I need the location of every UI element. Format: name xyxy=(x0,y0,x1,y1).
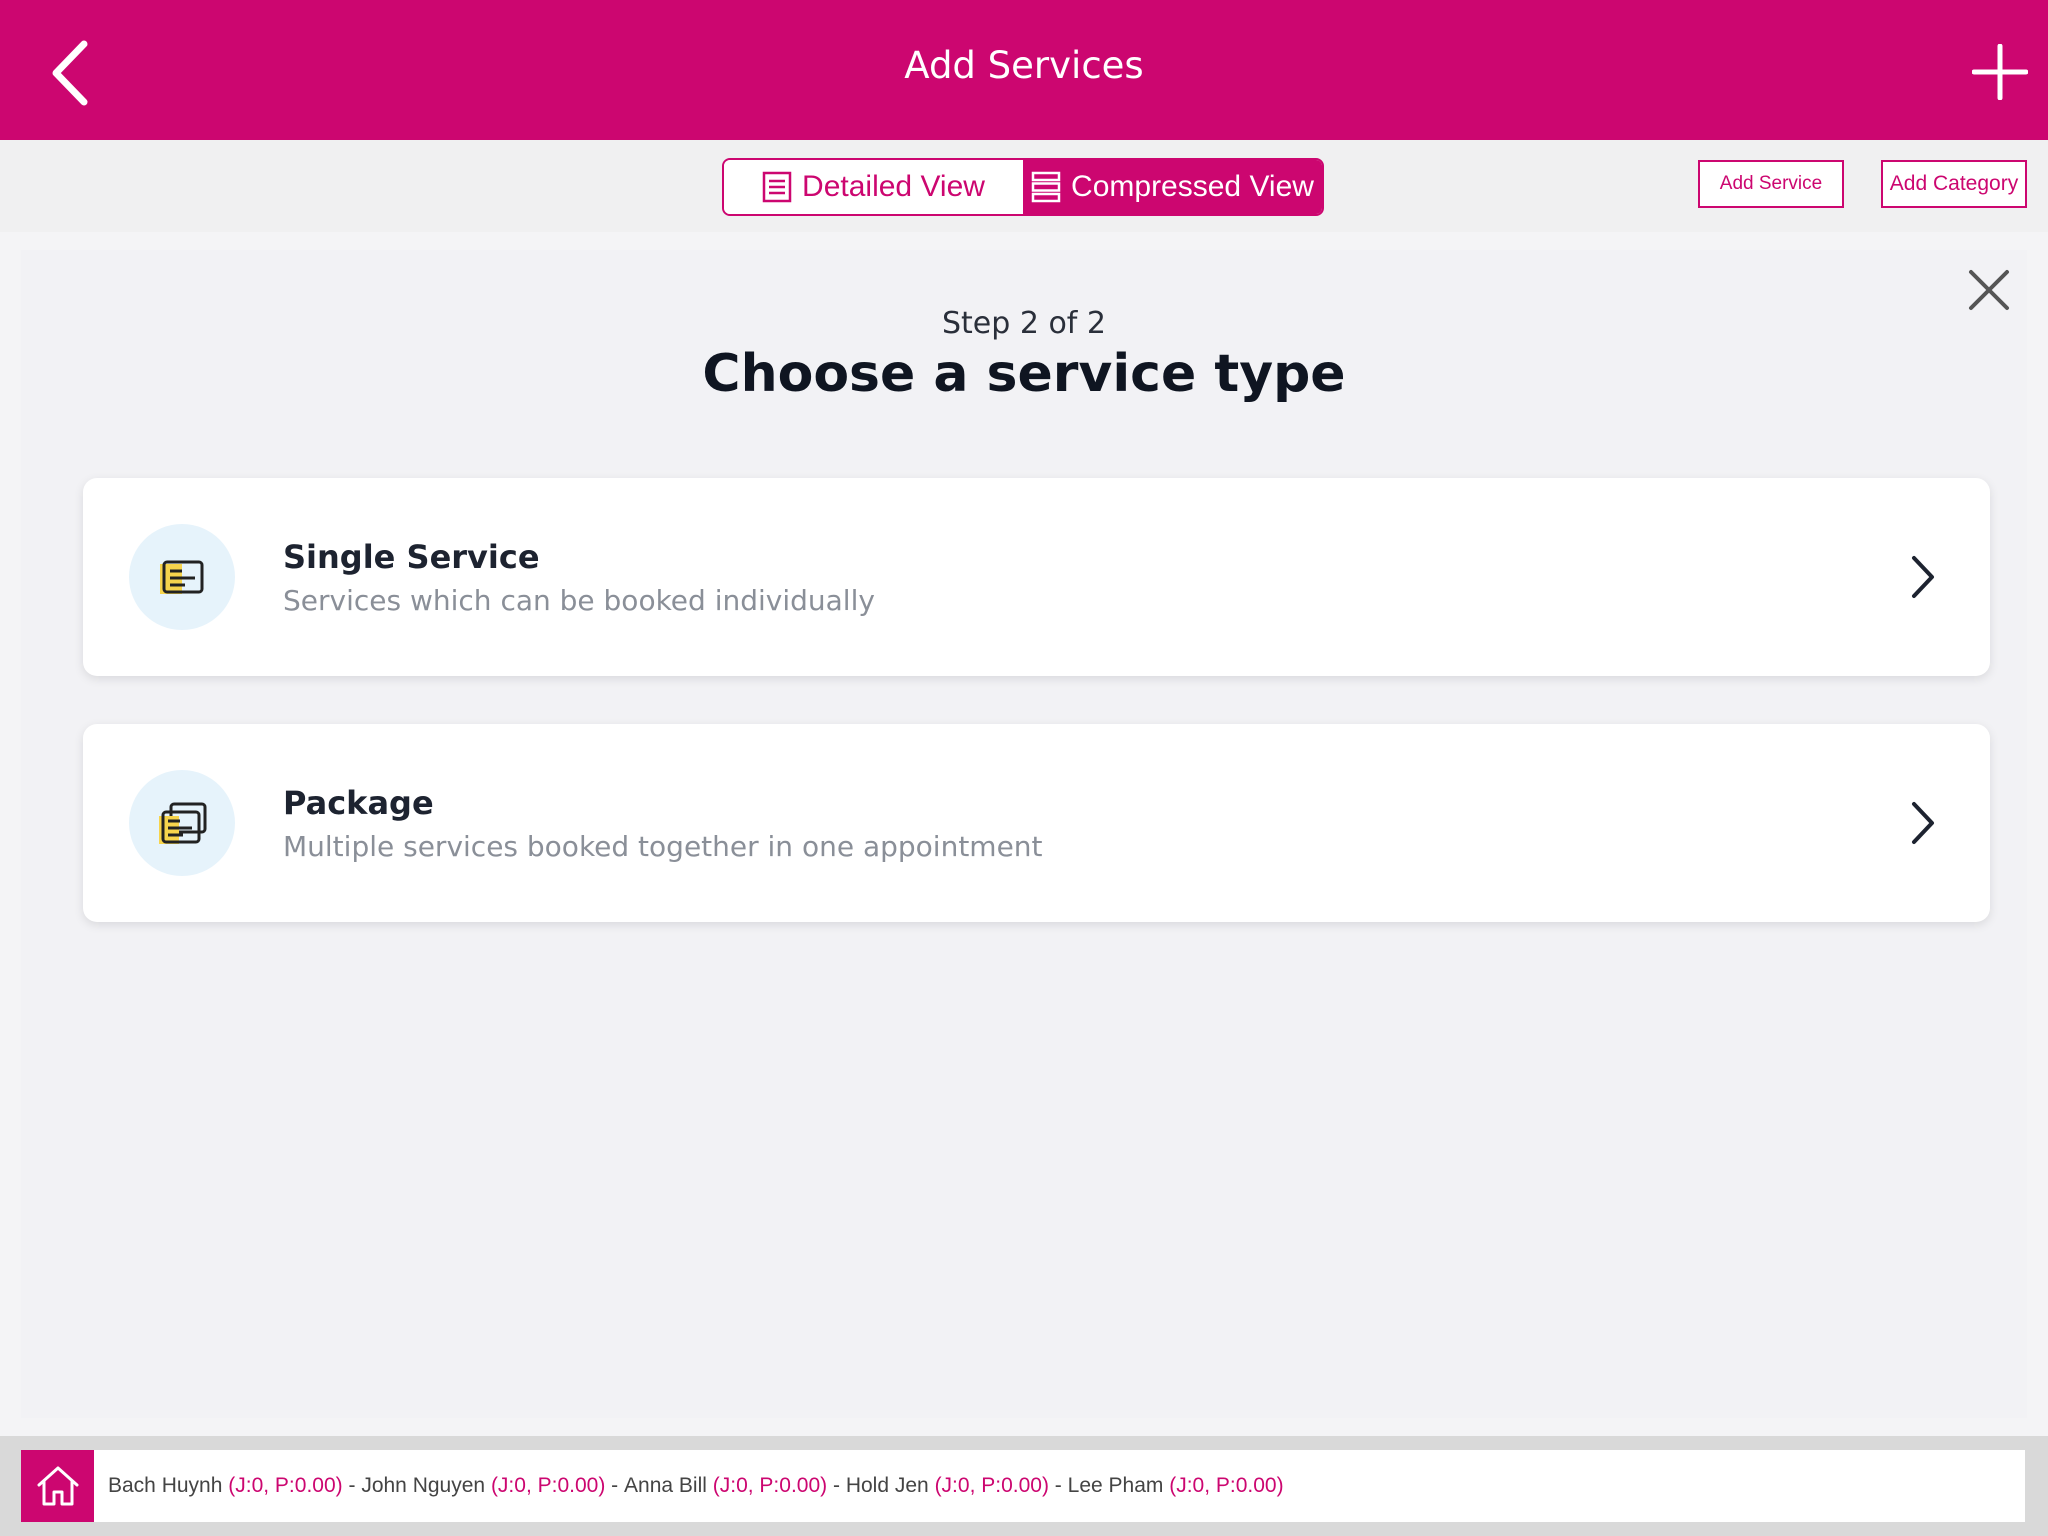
single-service-icon-circle xyxy=(129,524,235,630)
staff-stats: (J:0, P:0.00) xyxy=(490,1474,606,1497)
staff-stats: (J:0, P:0.00) xyxy=(1169,1474,1284,1497)
add-category-button[interactable]: Add Category xyxy=(1881,160,2027,208)
home-icon xyxy=(37,1466,78,1506)
staff-name[interactable]: John Nguyen xyxy=(361,1474,485,1498)
staff-name[interactable]: Bach Huynh xyxy=(108,1474,222,1498)
detailed-view-label: Detailed View xyxy=(802,170,985,203)
home-button[interactable] xyxy=(21,1450,94,1522)
add-service-button[interactable]: Add Service xyxy=(1698,160,1844,208)
staff-name[interactable]: Hold Jen xyxy=(846,1474,929,1498)
single-service-option[interactable]: Single Service Services which can be boo… xyxy=(83,478,1990,676)
staff-name[interactable]: Lee Pham xyxy=(1068,1474,1164,1498)
option-title: Package xyxy=(283,784,434,822)
staff-separator: - xyxy=(348,1474,356,1497)
single-service-icon xyxy=(160,560,204,594)
staff-stats: (J:0, P:0.00) xyxy=(934,1474,1049,1497)
chevron-right-icon xyxy=(1912,556,1934,598)
package-icon xyxy=(159,802,207,844)
option-title: Single Service xyxy=(283,538,540,576)
staff-list: Bach Huynh (J:0, P:0.00) - John Nguyen (… xyxy=(108,1450,1284,1522)
view-toggle: Detailed View Compressed View xyxy=(722,158,1324,216)
compressed-list-icon xyxy=(1031,171,1061,203)
staff-bar: Bach Huynh (J:0, P:0.00) - John Nguyen (… xyxy=(21,1450,2025,1522)
app-header: Add Services xyxy=(0,0,2048,140)
plus-icon[interactable] xyxy=(1972,44,2028,100)
staff-name[interactable]: Anna Bill xyxy=(624,1474,707,1498)
staff-separator: - xyxy=(1054,1474,1062,1497)
compressed-view-button[interactable]: Compressed View xyxy=(1023,160,1322,214)
detailed-view-button[interactable]: Detailed View xyxy=(724,160,1023,214)
detailed-list-icon xyxy=(762,171,792,203)
view-toolbar: Detailed View Compressed View Add Servic… xyxy=(0,140,2048,232)
staff-footer: Bach Huynh (J:0, P:0.00) - John Nguyen (… xyxy=(0,1436,2048,1536)
compressed-view-label: Compressed View xyxy=(1071,170,1314,203)
staff-separator: - xyxy=(832,1474,840,1497)
chevron-right-icon xyxy=(1912,802,1934,844)
staff-separator: - xyxy=(611,1474,619,1497)
option-description: Multiple services booked together in one… xyxy=(283,830,1043,863)
staff-stats: (J:0, P:0.00) xyxy=(228,1474,343,1497)
staff-stats: (J:0, P:0.00) xyxy=(712,1474,828,1497)
modal-heading: Choose a service type xyxy=(702,344,1346,404)
step-indicator: Step 2 of 2 xyxy=(941,306,1106,341)
package-icon-circle xyxy=(129,770,235,876)
option-description: Services which can be booked individuall… xyxy=(283,584,875,617)
page-title: Add Services xyxy=(904,44,1144,87)
package-option[interactable]: Package Multiple services booked togethe… xyxy=(83,724,1990,922)
